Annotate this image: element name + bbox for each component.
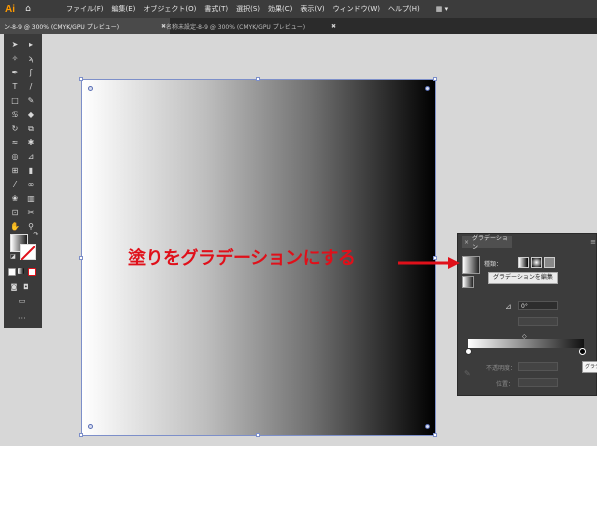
gradient-mode-icon[interactable] (18, 268, 24, 274)
corner-widget[interactable] (425, 86, 430, 91)
pen-tool-icon[interactable]: ✒ (9, 68, 21, 78)
menu-effect[interactable]: 効果(C) (268, 4, 292, 14)
freeform-gradient-button[interactable] (544, 257, 555, 268)
eyedropper-tool-icon[interactable]: ⁄ (9, 180, 21, 190)
workspace-switcher-icon[interactable]: ▦ ▾ (436, 5, 448, 13)
panel-close-icon[interactable]: × (464, 239, 469, 246)
panel-title: グラデーション (472, 235, 508, 251)
panel-menu-icon[interactable]: ≡ (590, 238, 596, 246)
eraser-tool-icon[interactable]: ◆ (25, 110, 37, 120)
tab-document-inactive[interactable]: 名称未設定-8-9 @ 300% (CMYK/GPU プレビュー) ✖ (162, 18, 340, 34)
selection-handle[interactable] (256, 433, 260, 437)
direct-selection-tool-icon[interactable]: ▸ (25, 40, 37, 50)
illustrator-window: Ai ⌂ ファイル(F) 編集(E) オブジェクト(O) 書式(T) 選択(S)… (0, 0, 597, 446)
tab-close-icon[interactable]: ✖ (327, 23, 336, 30)
gradient-tool-icon[interactable]: ▮ (25, 166, 37, 176)
menu-select[interactable]: 選択(S) (236, 4, 260, 14)
symbol-sprayer-tool-icon[interactable]: ❀ (9, 194, 21, 204)
none-stroke-icon (20, 245, 36, 261)
slice-tool-icon[interactable]: ✂ (25, 208, 37, 218)
menu-file[interactable]: ファイル(F) (66, 4, 104, 14)
type-tool-icon[interactable]: T (9, 82, 21, 92)
gradient-preview-swatch[interactable] (462, 256, 480, 274)
annotation-label: 塗りをグラデーションにする (128, 248, 356, 269)
selection-handle[interactable] (79, 77, 83, 81)
rectangle-tool-icon[interactable]: □ (9, 96, 21, 106)
tab-document-active[interactable]: ン-8-9 @ 300% (CMYK/GPU プレビュー) ✖ (0, 18, 170, 34)
menu-help[interactable]: ヘルプ(H) (388, 4, 420, 14)
default-fill-stroke-icon[interactable]: ◪ (7, 252, 19, 262)
artboard-tool-icon[interactable]: ⊡ (9, 208, 21, 218)
screen-mode-icon[interactable]: ▭ (16, 296, 28, 306)
gradient-stop-white[interactable] (465, 348, 472, 355)
tab-label: 名称未設定-8-9 @ 300% (CMYK/GPU プレビュー) (166, 23, 306, 31)
document-tab-bar: ン-8-9 @ 300% (CMYK/GPU プレビュー) ✖ 名称未設定-8-… (0, 18, 597, 34)
angle-icon: ⊿ (505, 302, 512, 311)
scale-tool-icon[interactable]: ⧉ (25, 124, 37, 134)
aspect-ratio-field[interactable] (518, 317, 558, 326)
lasso-tool-icon[interactable]: ϡ (25, 54, 37, 64)
selection-handle[interactable] (256, 77, 260, 81)
angle-field[interactable]: 0° (518, 301, 558, 310)
menu-type[interactable]: 書式(T) (204, 4, 228, 14)
tools-panel: ➤ ▸ ✧ ϡ ✒ ʃ T / □ ✎ ♋ ◆ ↻ ⧉ ≈ ✱ ◎ ⊿ ⊞ ▮ … (4, 34, 42, 328)
color-mode-icon[interactable] (8, 268, 16, 276)
shape-builder-tool-icon[interactable]: ◎ (9, 152, 21, 162)
curvature-tool-icon[interactable]: ʃ (25, 68, 37, 78)
menu-bar: Ai ⌂ ファイル(F) 編集(E) オブジェクト(O) 書式(T) 選択(S)… (0, 0, 597, 18)
eyedropper-icon[interactable]: ✎ (464, 369, 471, 378)
annotation-arrow (398, 257, 460, 269)
tooltip: グラデ (582, 361, 597, 373)
shaper-tool-icon[interactable]: ♋ (9, 110, 21, 120)
opacity-field[interactable] (518, 362, 558, 371)
selection-tool-icon[interactable]: ➤ (9, 40, 21, 50)
selection-handle[interactable] (433, 77, 437, 81)
selection-handle[interactable] (79, 433, 83, 437)
hand-tool-icon[interactable]: ✋ (9, 222, 21, 232)
fill-stroke-mini-swatch[interactable] (462, 276, 474, 288)
none-mode-icon[interactable] (28, 268, 36, 276)
location-field[interactable] (518, 378, 558, 387)
line-tool-icon[interactable]: / (25, 82, 37, 92)
menu-edit[interactable]: 編集(E) (112, 4, 136, 14)
home-icon[interactable]: ⌂ (20, 4, 36, 14)
corner-widget[interactable] (88, 86, 93, 91)
blend-tool-icon[interactable]: ∞ (25, 180, 37, 190)
selection-handle[interactable] (433, 433, 437, 437)
location-label: 位置： (496, 381, 515, 388)
gradient-slider[interactable] (468, 339, 584, 348)
tab-label: ン-8-9 @ 300% (CMYK/GPU プレビュー) (4, 23, 120, 31)
draw-normal-icon[interactable]: ◙ (8, 282, 20, 292)
puppet-warp-tool-icon[interactable]: ✱ (25, 138, 37, 148)
menu-object[interactable]: オブジェクト(O) (143, 4, 196, 14)
gradient-panel-tab[interactable]: × グラデーション (462, 235, 512, 251)
rotate-tool-icon[interactable]: ↻ (9, 124, 21, 134)
radial-gradient-button[interactable] (531, 257, 542, 268)
mesh-tool-icon[interactable]: ⊞ (9, 166, 21, 176)
edit-toolbar-icon[interactable]: ··· (18, 314, 26, 323)
swap-fill-stroke-icon[interactable]: ↷ (30, 230, 42, 240)
gradient-type-label: 種類： (484, 261, 503, 268)
draw-behind-icon[interactable]: ◘ (20, 282, 32, 292)
perspective-grid-tool-icon[interactable]: ⊿ (25, 152, 37, 162)
edit-gradient-button[interactable]: グラデーションを編集 (488, 272, 558, 284)
linear-gradient-button[interactable] (518, 257, 529, 268)
width-tool-icon[interactable]: ≈ (9, 138, 21, 148)
selection-handle[interactable] (79, 256, 83, 260)
corner-widget[interactable] (88, 424, 93, 429)
menu-window[interactable]: ウィンドウ(W) (333, 4, 380, 14)
gradient-panel: × グラデーション ≡ 種類： グラデーションを編集 ⊿ 0° ◇ 不透明度： … (457, 233, 597, 396)
opacity-label: 不透明度： (486, 365, 517, 372)
corner-widget[interactable] (425, 424, 430, 429)
menu-view[interactable]: 表示(V) (300, 4, 324, 14)
magic-wand-tool-icon[interactable]: ✧ (9, 54, 21, 64)
paintbrush-tool-icon[interactable]: ✎ (25, 96, 37, 106)
gradient-stop-black[interactable] (579, 348, 586, 355)
stroke-swatch[interactable] (20, 244, 36, 261)
app-logo: Ai (5, 3, 15, 15)
column-graph-tool-icon[interactable]: ▥ (25, 194, 37, 204)
